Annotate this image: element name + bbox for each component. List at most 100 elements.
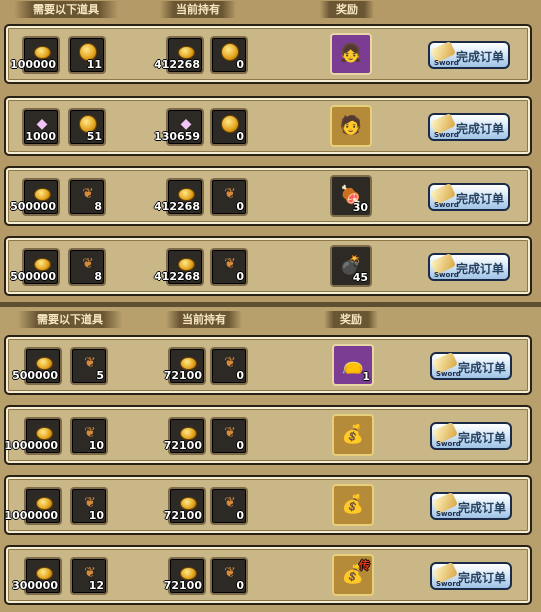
reward-slot[interactable]: 👧 [330,33,372,75]
item-count: 8 [94,270,102,283]
complete-order-button[interactable]: Sword 完成订单 [428,183,510,211]
item-count: 8 [94,200,102,213]
complete-order-label: 完成订单 [456,192,505,206]
owned-item-slot: 72100 [164,347,206,385]
reward-slot[interactable]: 💣 45 [330,245,372,287]
owned-item-slot: 72100 [164,417,206,455]
complete-order-label: 完成订单 [456,50,505,64]
item-count: 10 [88,509,104,522]
header-required: 需要以下道具 [14,1,118,18]
item-count: 0 [236,270,244,283]
item-count: 1000000 [4,439,58,452]
item-count: 72100 [163,579,202,592]
owned-item-slot: 0 [210,108,248,146]
item-count: 300000 [12,579,58,592]
complete-order-button[interactable]: Sword 完成订单 [430,492,512,520]
complete-order-button[interactable]: Sword 完成订单 [428,41,510,69]
required-item-slot: 500000 [10,178,60,216]
order-panel-1: 需要以下道具 当前持有 奖励 100000 11 412268 0 👧 Swor… [0,0,541,302]
header-required: 需要以下道具 [18,311,122,328]
reward-count: 45 [352,271,368,284]
owned-item-slot: 412268 [154,36,204,74]
required-item-slot: ◆ 1000 [22,108,60,146]
item-count: 500000 [10,200,56,213]
header-current: 当前持有 [166,311,242,328]
item-count: 51 [86,130,102,143]
reward-slot[interactable]: 👝 1 [332,344,374,386]
item-count: 72100 [163,439,202,452]
complete-order-button[interactable]: Sword 完成订单 [430,562,512,590]
item-count: 412268 [154,58,200,71]
order-row: 500000 ❦ 5 72100 ❦ 0 👝 1 Sword 完成订单 [4,335,532,395]
required-item-slot: ❦ 10 [70,487,108,525]
gold-bag-icon: 💰 [341,424,365,445]
required-item-slot: 11 [68,36,106,74]
item-count: 0 [236,200,244,213]
complete-order-label: 完成订单 [456,262,505,276]
item-count: 130659 [154,130,200,143]
item-count: 11 [86,58,102,71]
order-panel-2: 需要以下道具 当前持有 奖励 500000 ❦ 5 72100 ❦ 0 👝 1 Swo… [0,307,541,612]
order-row: 1000000 ❦ 10 72100 ❦ 0 💰 Sword 完成订单 [4,405,532,465]
reward-slot[interactable]: 🍖 30 [330,175,372,217]
order-row: 500000 ❦ 8 412268 ❦ 0 💣 45 Sword 完成订单 [4,236,532,296]
owned-item-slot: ❦ 0 [210,347,248,385]
required-item-slot: 500000 [10,248,60,286]
header-reward: 奖励 [324,311,378,328]
complete-order-button[interactable]: Sword 完成订单 [430,352,512,380]
complete-order-button[interactable]: Sword 完成订单 [428,113,510,141]
complete-order-label: 完成订单 [458,501,507,515]
header-current: 当前持有 [160,1,236,18]
complete-order-button[interactable]: Sword 完成订单 [428,253,510,281]
item-count: 5 [96,369,104,382]
header-reward: 奖励 [320,1,374,18]
order-row: 1000000 ❦ 10 72100 ❦ 0 💰 Sword 完成订单 [4,475,532,535]
required-item-slot: ❦ 10 [70,417,108,455]
owned-item-slot: ❦ 0 [210,178,248,216]
item-count: 72100 [163,509,202,522]
reward-slot[interactable]: 💰 [332,484,374,526]
item-count: 500000 [12,369,58,382]
item-count: 0 [236,130,244,143]
item-count: 1000000 [4,509,58,522]
reward-slot[interactable]: 💰 [332,414,374,456]
item-count: 0 [236,58,244,71]
item-count: 500000 [10,270,56,283]
item-count: 0 [236,509,244,522]
required-item-slot: 300000 [12,557,62,595]
item-count: 412268 [154,200,200,213]
required-item-slot: ❦ 8 [68,178,106,216]
required-item-slot: ❦ 5 [70,347,108,385]
order-row: 100000 11 412268 0 👧 Sword 完成订单 [4,24,532,84]
reward-slot[interactable]: 💰 传 [332,554,374,596]
owned-item-slot: ❦ 0 [210,248,248,286]
complete-order-label: 完成订单 [458,431,507,445]
complete-order-label: 完成订单 [458,571,507,585]
boy-portrait-icon: 🧑 [339,115,363,136]
item-count: 0 [236,369,244,382]
owned-item-slot: ❦ 0 [210,417,248,455]
owned-item-slot: ❦ 0 [210,557,248,595]
order-row: 300000 ❦ 12 72100 ❦ 0 💰 传 Sword 完成订单 [4,545,532,605]
order-row: 500000 ❦ 8 412268 ❦ 0 🍖 30 Sword 完成订单 [4,166,532,226]
item-count: 0 [236,439,244,452]
complete-order-label: 完成订单 [458,361,507,375]
reward-slot[interactable]: 🧑 [330,105,372,147]
complete-order-label: 完成订单 [456,122,505,136]
item-count: 12 [88,579,104,592]
owned-item-slot: 0 [210,36,248,74]
item-count: 412268 [154,270,200,283]
required-item-slot: ❦ 12 [70,557,108,595]
required-item-slot: 51 [68,108,106,146]
owned-item-slot: 412268 [154,248,204,286]
complete-order-button[interactable]: Sword 完成订单 [430,422,512,450]
reward-count: 30 [352,201,368,214]
item-count: 1000 [25,130,56,143]
order-row: ◆ 1000 51 ◆ 130659 0 🧑 Sword 完成订单 [4,96,532,156]
item-count: 72100 [163,369,202,382]
owned-item-slot: ◆ 130659 [154,108,204,146]
required-item-slot: 1000000 [4,487,62,525]
reward-count: 1 [362,370,370,383]
required-item-slot: 100000 [10,36,60,74]
legend-tag: 传 [359,559,370,572]
